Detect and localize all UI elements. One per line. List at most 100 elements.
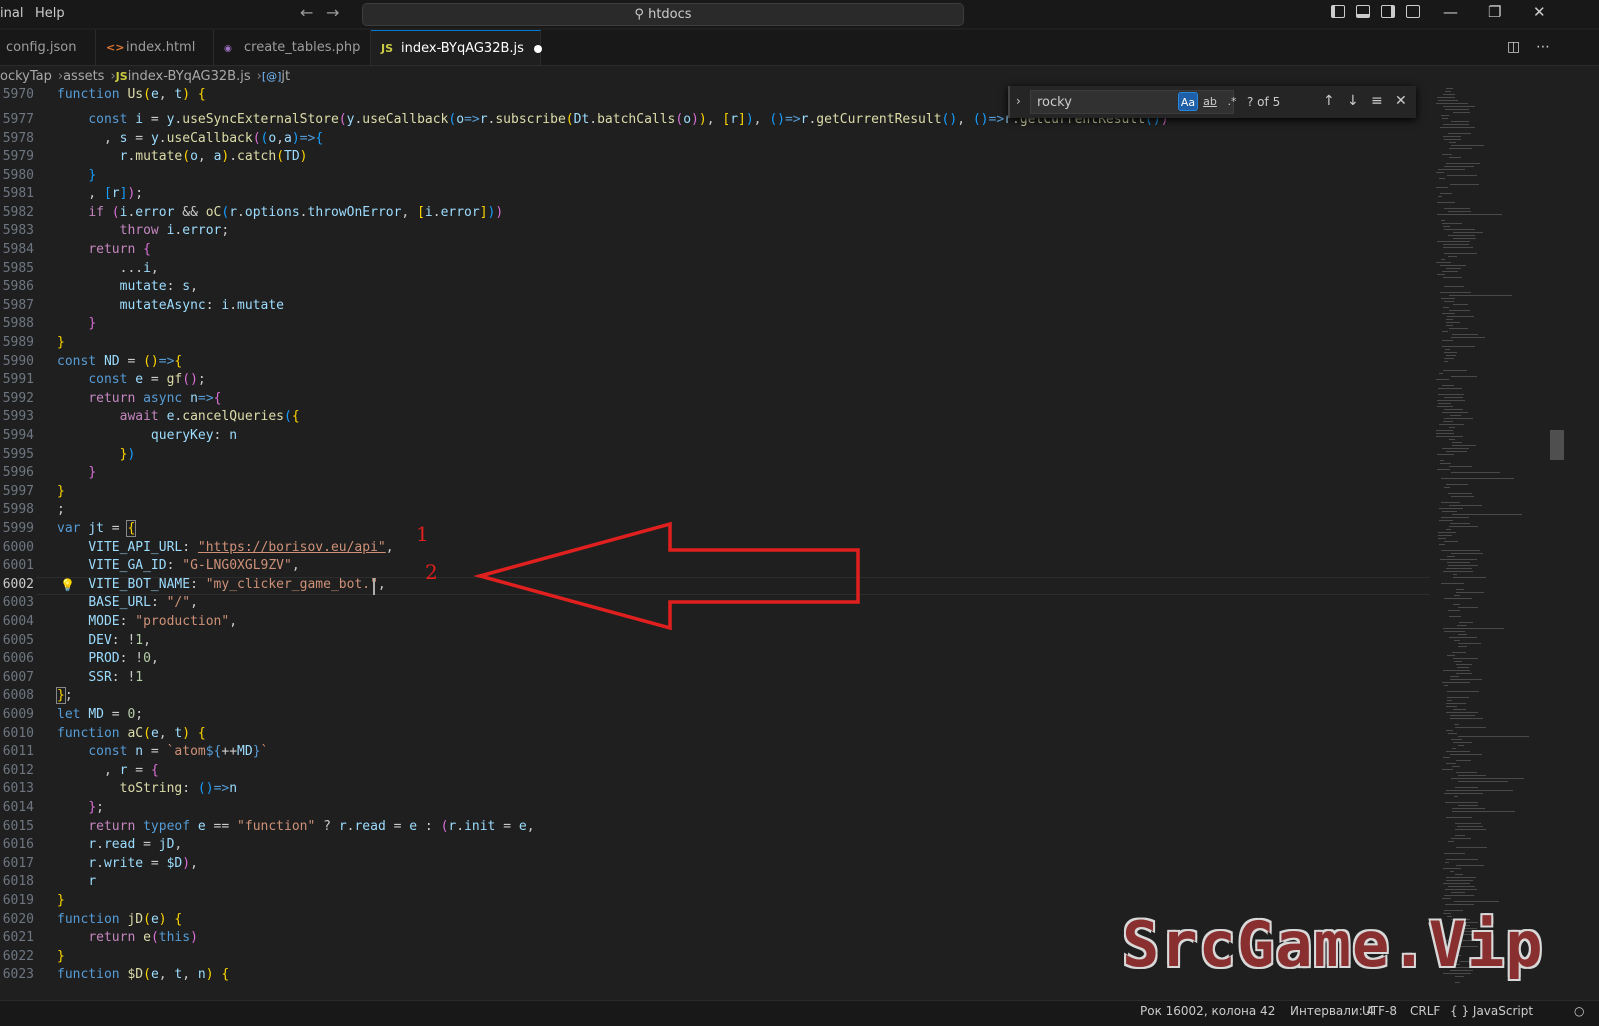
minimap-line bbox=[1448, 610, 1460, 612]
more-actions-icon[interactable]: ⋯ bbox=[1536, 39, 1550, 55]
minimap-line bbox=[1454, 901, 1499, 903]
minimap-line bbox=[1444, 685, 1448, 687]
minimap-line bbox=[1449, 328, 1468, 330]
minimap-line bbox=[1444, 253, 1477, 255]
minimap-line bbox=[1444, 301, 1454, 303]
restore-icon[interactable]: ❐ bbox=[1488, 3, 1501, 21]
toggle-primary-sidebar-icon[interactable] bbox=[1331, 5, 1345, 18]
toggle-replace-chevron-icon[interactable]: › bbox=[1016, 94, 1021, 108]
minimap-line bbox=[1439, 544, 1445, 546]
minimap-line bbox=[1454, 724, 1459, 726]
minimap-line bbox=[1447, 562, 1470, 564]
tab-index-js[interactable]: JS index-BYqAG32B.js bbox=[371, 30, 542, 65]
minimap-line bbox=[1437, 97, 1455, 99]
minimap-line bbox=[1444, 895, 1474, 897]
breadcrumb-symbol[interactable]: jt bbox=[281, 69, 290, 84]
minimap-line bbox=[1442, 682, 1470, 684]
minimap-line bbox=[1446, 790, 1513, 792]
tab-index-html[interactable]: <> index.html bbox=[96, 30, 214, 65]
match-whole-word-button[interactable]: ab bbox=[1200, 92, 1220, 111]
lightbulb-icon[interactable]: 💡 bbox=[60, 578, 75, 592]
breadcrumb-folder[interactable]: ockyTap bbox=[0, 69, 52, 84]
minimap-line bbox=[1455, 835, 1465, 837]
red-arrow-annotation bbox=[473, 521, 860, 631]
minimap-line bbox=[1442, 154, 1452, 156]
close-find-icon[interactable]: ✕ bbox=[1395, 93, 1407, 109]
minimap-line bbox=[1440, 460, 1444, 462]
minimap-line bbox=[1440, 463, 1451, 465]
minimap[interactable] bbox=[1436, 86, 1546, 996]
minimap-line bbox=[1442, 448, 1469, 450]
scrollbar-thumb[interactable] bbox=[1550, 430, 1564, 460]
minimap-line bbox=[1441, 259, 1445, 261]
minimap-line bbox=[1436, 430, 1453, 432]
minimap-line bbox=[1440, 265, 1466, 267]
breadcrumb-file[interactable]: index-BYqAG32B.js bbox=[128, 69, 251, 84]
minimap-line bbox=[1436, 379, 1449, 381]
menu-terminal[interactable]: inal bbox=[0, 6, 23, 21]
minimap-line bbox=[1454, 661, 1462, 663]
minimap-line bbox=[1457, 826, 1483, 828]
minimap-line bbox=[1443, 628, 1504, 630]
tab-config-json[interactable]: config.json bbox=[0, 30, 96, 65]
variable-symbol-icon: [@] bbox=[261, 70, 282, 83]
line-ending[interactable]: CRLF bbox=[1410, 1004, 1440, 1018]
minimap-line bbox=[1452, 445, 1476, 447]
minimap-line bbox=[1444, 541, 1458, 543]
split-editor-icon[interactable]: ◫ bbox=[1507, 39, 1520, 55]
menu-help[interactable]: Help bbox=[35, 6, 65, 21]
back-arrow-icon[interactable]: ← bbox=[300, 3, 313, 22]
minimap-line bbox=[1455, 982, 1460, 984]
minimize-icon[interactable]: — bbox=[1443, 3, 1458, 21]
minimap-line bbox=[1451, 778, 1524, 780]
minimap-line bbox=[1452, 514, 1522, 516]
cursor-position[interactable]: Рок 16002, колона 42 bbox=[1140, 1004, 1275, 1018]
minimap-line bbox=[1446, 322, 1460, 324]
find-in-selection-icon[interactable]: ≡ bbox=[1371, 93, 1383, 109]
minimap-line bbox=[1437, 214, 1502, 216]
minimap-line bbox=[1458, 736, 1529, 738]
minimap-line bbox=[1436, 187, 1448, 189]
minimap-line bbox=[1436, 436, 1463, 438]
minimap-line bbox=[1448, 886, 1475, 888]
breadcrumb-subfolder[interactable]: assets bbox=[63, 69, 104, 84]
minimap-line bbox=[1444, 361, 1448, 363]
forward-arrow-icon[interactable]: → bbox=[326, 3, 339, 22]
customize-layout-icon[interactable] bbox=[1406, 5, 1420, 18]
command-center-label: htdocs bbox=[648, 7, 692, 22]
previous-match-arrow-icon[interactable]: ↑ bbox=[1323, 93, 1335, 109]
minimap-line bbox=[1443, 670, 1470, 672]
minimap-line bbox=[1446, 451, 1467, 453]
minimap-line bbox=[1448, 565, 1478, 567]
toggle-secondary-sidebar-icon[interactable] bbox=[1381, 5, 1395, 18]
minimap-line bbox=[1450, 754, 1482, 756]
minimap-line bbox=[1449, 505, 1482, 507]
minimap-line bbox=[1449, 616, 1461, 618]
tab-create-tables-php[interactable]: ◉ create_tables.php bbox=[214, 30, 371, 65]
minimap-line bbox=[1445, 904, 1474, 906]
minimap-line bbox=[1450, 871, 1454, 873]
minimap-line bbox=[1443, 868, 1461, 870]
vertical-scrollbar[interactable] bbox=[1550, 86, 1564, 1000]
unsaved-dot-icon[interactable] bbox=[533, 44, 542, 53]
next-match-arrow-icon[interactable]: ↓ bbox=[1347, 93, 1359, 109]
minimap-line bbox=[1444, 139, 1461, 141]
notifications-bell-icon[interactable]: ○ bbox=[1574, 1004, 1584, 1018]
close-window-icon[interactable]: ✕ bbox=[1533, 3, 1546, 21]
minimap-line bbox=[1437, 454, 1454, 456]
tab-label: index-BYqAG32B.js bbox=[401, 41, 524, 56]
toggle-panel-icon[interactable] bbox=[1356, 5, 1370, 18]
language-mode[interactable]: { } JavaScript bbox=[1450, 1004, 1533, 1018]
minimap-line bbox=[1442, 340, 1453, 342]
use-regex-button[interactable]: .* bbox=[1222, 92, 1242, 111]
minimap-line bbox=[1456, 865, 1484, 867]
minimap-line bbox=[1456, 673, 1472, 675]
minimap-line bbox=[1442, 412, 1468, 414]
minimap-line bbox=[1455, 727, 1486, 729]
minimap-line bbox=[1446, 880, 1473, 882]
command-center-search[interactable]: ⚲ htdocs bbox=[362, 3, 964, 26]
encoding[interactable]: UTF-8 bbox=[1362, 1004, 1397, 1018]
match-case-button[interactable]: Aa bbox=[1178, 92, 1198, 111]
minimap-line bbox=[1454, 640, 1460, 642]
minimap-line bbox=[1446, 355, 1456, 357]
